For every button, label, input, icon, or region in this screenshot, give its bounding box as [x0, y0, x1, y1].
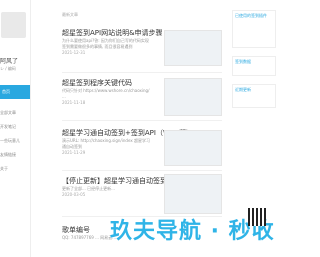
- post-thumbnail[interactable]: [164, 130, 222, 166]
- post-item[interactable]: 超星签到API网站说明&申请步骤 为什么要使用api?答: 因为你们自己写的代码…: [62, 28, 222, 73]
- post-summary: 为什么要使用api?答: 因为你们自己写的代码实现签到需要做很多的事情, 而且很…: [62, 38, 149, 49]
- post-thumbnail[interactable]: [164, 30, 222, 66]
- post-thumbnail[interactable]: [164, 174, 222, 214]
- main-header: 最新文章: [62, 12, 78, 17]
- right-box: 已使用的签到插件: [232, 10, 276, 71]
- sidebar-item-active[interactable]: 首页: [0, 85, 30, 99]
- right-box-title: 已使用的签到插件: [235, 13, 267, 18]
- sidebar-item-5[interactable]: 关于: [0, 166, 8, 172]
- qr-code-icon: [248, 208, 266, 226]
- post-item[interactable]: 超星学习通自动签到+签到API（WEB版） 演示URL: http://chao…: [62, 128, 222, 171]
- sidebar-item-4[interactable]: 友情链接: [0, 152, 16, 158]
- post-summary: 代码只针对 https://www.wshore.cn/chaoxing/ ..…: [62, 88, 150, 99]
- sidebar-name: 阿风了: [0, 58, 19, 65]
- post-summary: 演示URL: http://chaoxing.sign/index 超星学习通自…: [62, 138, 150, 149]
- sidebar-item-1[interactable]: 全部文章: [0, 110, 16, 116]
- sidebar-item-label: 首页: [2, 89, 10, 94]
- right-box-title: 签到数据: [235, 59, 251, 64]
- sidebar-item-2[interactable]: 开发笔记: [0, 124, 16, 130]
- post-item[interactable]: 【停止更新】超星学习通自动签到（Java版） 更新了全部... 已经停止更新..…: [62, 174, 222, 217]
- right-box: 签到数据: [232, 56, 276, 76]
- avatar[interactable]: [1, 12, 26, 38]
- right-box-title: 近期更新: [235, 87, 251, 92]
- sidebar-subtitle: レ / 编码: [0, 66, 16, 71]
- post-thumbnail[interactable]: [164, 78, 222, 116]
- post-item[interactable]: 超星签到程序关键代码 代码只针对 https://www.wshore.cn/c…: [62, 78, 222, 121]
- sidebar-item-3[interactable]: 一些玩意儿: [0, 138, 20, 144]
- sidebar: 阿风了 レ / 编码 首页 全部文章 开发笔记 一些玩意儿 友情链接 关于: [0, 0, 31, 257]
- right-box: 近期更新: [232, 84, 276, 108]
